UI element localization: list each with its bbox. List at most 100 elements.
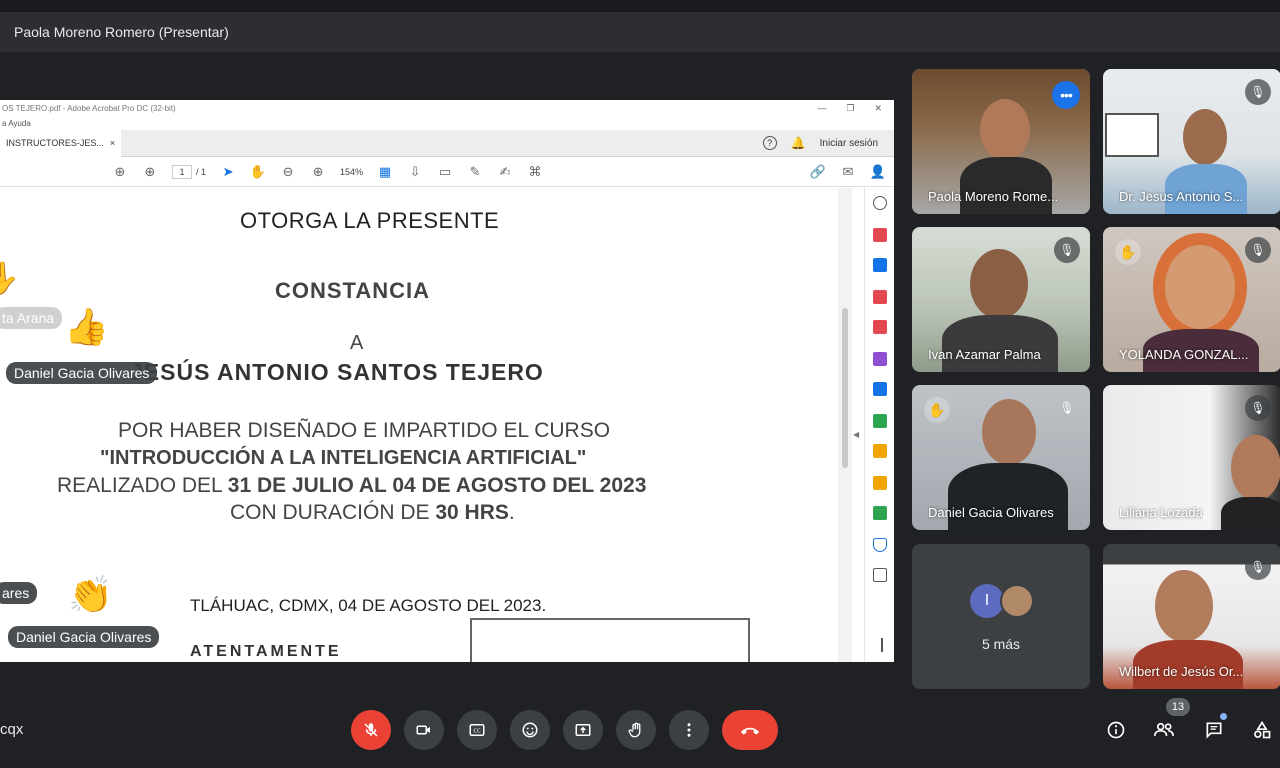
print-production-icon[interactable] xyxy=(873,506,887,520)
top-strip xyxy=(0,0,1280,12)
pen-icon[interactable]: ✎ xyxy=(467,164,483,180)
zoom-level-select[interactable]: 154% xyxy=(340,167,363,177)
meeting-details-button[interactable] xyxy=(1102,716,1130,744)
reaction-name-tag: ta Arana xyxy=(0,307,63,329)
stamp-icon[interactable]: ⌘ xyxy=(527,164,543,180)
more-participants-label: 5 más xyxy=(981,636,1021,652)
microphone-toggle[interactable] xyxy=(351,710,391,750)
page-up-icon[interactable]: ⊕ xyxy=(112,164,128,180)
chat-icon xyxy=(1206,722,1222,739)
unread-indicator xyxy=(1220,713,1227,720)
participant-tile[interactable]: ✋ 🎙 YOLANDA GONZAL... xyxy=(1103,227,1280,372)
doc-line-duracion-prefix: CON DURACIÓN DE xyxy=(230,501,436,524)
participant-tile[interactable]: 🎙 Wilbert de Jesús Or... xyxy=(1103,544,1280,689)
hand-tool-icon[interactable]: ✋ xyxy=(250,164,266,180)
raise-hand-button[interactable] xyxy=(616,710,656,750)
doc-line-duracion: CON DURACIÓN DE 30 HRS. xyxy=(230,501,515,525)
captions-toggle[interactable]: CC xyxy=(457,710,497,750)
edit-pdf-icon[interactable] xyxy=(873,320,887,334)
create-pdf-icon[interactable] xyxy=(873,258,887,272)
expand-panel-icon[interactable] xyxy=(873,638,883,652)
raised-hand-icon: ✋ xyxy=(924,397,950,423)
shared-screen[interactable]: OS TEJERO.pdf - Adobe Acrobat Pro DC (32… xyxy=(0,100,894,662)
help-icon[interactable]: ? xyxy=(762,136,777,150)
tab-document[interactable]: INSTRUCTORES-JES... × xyxy=(0,129,122,157)
camera-icon xyxy=(416,725,430,735)
acrobat-menu-bar: a Ayuda xyxy=(0,116,894,130)
participant-name: YOLANDA GONZAL... xyxy=(1119,347,1249,362)
sign-icon[interactable]: ✍ xyxy=(497,164,513,180)
captions-icon: CC xyxy=(469,724,485,736)
info-icon xyxy=(1107,721,1125,739)
menu-item-ayuda[interactable]: a Ayuda xyxy=(2,119,31,128)
hang-up-icon xyxy=(740,727,760,735)
fill-sign-icon[interactable] xyxy=(873,352,887,366)
participant-tile[interactable]: ••• Paola Moreno Rome... xyxy=(912,69,1090,214)
doc-line-otorga: OTORGA LA PRESENTE xyxy=(240,208,500,233)
present-icon xyxy=(575,724,591,736)
participant-tile[interactable]: 🎙 Liliana Lozada xyxy=(1103,385,1280,530)
compress-icon[interactable] xyxy=(873,444,887,458)
chat-button[interactable] xyxy=(1200,716,1228,744)
reactions-button[interactable] xyxy=(510,710,550,750)
comment-tool-icon[interactable] xyxy=(873,476,887,490)
presenter-bar: Paola Moreno Romero (Presentar) xyxy=(0,12,1280,52)
doc-line-por-haber: POR HABER DISEÑADO E IMPARTIDO EL CURSO xyxy=(118,419,611,442)
email-icon[interactable]: ✉ xyxy=(840,164,856,180)
participant-tile[interactable]: 🎙 Ivan Azamar Palma xyxy=(912,227,1090,372)
search-tool-icon[interactable] xyxy=(873,196,887,210)
page-indicator: 1 / 1 xyxy=(172,164,206,179)
share-user-icon[interactable]: 👤 xyxy=(870,164,886,180)
pdf-scrollbar[interactable] xyxy=(838,188,852,662)
present-screen-button[interactable] xyxy=(563,710,603,750)
signin-link[interactable]: Iniciar sesión xyxy=(820,138,878,149)
seal-box xyxy=(470,618,750,662)
video-person xyxy=(980,99,1030,161)
scan-ocr-icon[interactable] xyxy=(873,414,887,428)
comment-icon[interactable]: ▭ xyxy=(437,164,453,180)
participant-tile[interactable]: ✋ 🎙 Daniel Gacia Olivares xyxy=(912,385,1090,530)
pdf-page: OTORGA LA PRESENTE CONSTANCIA A JESÚS AN… xyxy=(0,188,838,662)
participant-name: Ivan Azamar Palma xyxy=(928,347,1041,362)
mic-off-icon xyxy=(364,723,378,737)
scroll-mode-icon[interactable]: ⇩ xyxy=(407,164,423,180)
minimize-icon[interactable]: — xyxy=(817,103,826,114)
bell-icon[interactable]: 🔔 xyxy=(791,136,806,150)
participant-avatar xyxy=(1000,584,1034,618)
combine-files-icon[interactable] xyxy=(873,382,887,396)
link-icon[interactable]: 🔗 xyxy=(810,164,826,180)
acrobat-right-tools xyxy=(864,188,894,662)
mic-off-icon: 🎙 xyxy=(1245,237,1271,263)
zoom-out-icon[interactable]: ⊖ xyxy=(280,164,296,180)
video-person xyxy=(982,399,1036,465)
organize-pages-icon[interactable] xyxy=(873,290,887,304)
doc-line-tlahuac: TLÁHUAC, CDMX, 04 DE AGOSTO DEL 2023. xyxy=(190,596,547,615)
more-participants-tile[interactable]: I 5 más xyxy=(912,544,1090,689)
mic-off-icon: 🎙 xyxy=(1245,395,1271,421)
more-options-icon[interactable]: ••• xyxy=(1052,81,1080,109)
scrollbar-thumb[interactable] xyxy=(842,308,848,468)
zoom-in-icon[interactable]: ⊕ xyxy=(310,164,326,180)
fit-page-icon[interactable]: ▦ xyxy=(377,164,393,180)
protect-icon[interactable] xyxy=(873,538,887,552)
leave-call-button[interactable] xyxy=(722,710,778,750)
more-options-button[interactable] xyxy=(669,710,709,750)
clapping-emoji: 👏 xyxy=(68,574,113,615)
more-tools-icon[interactable] xyxy=(873,568,887,582)
maximize-icon[interactable]: ❐ xyxy=(846,103,854,114)
thumbs-up-emoji: 👍 xyxy=(64,306,109,347)
select-cursor-icon[interactable]: ➤ xyxy=(220,164,236,180)
tab-close-icon[interactable]: × xyxy=(110,138,115,148)
export-pdf-icon[interactable] xyxy=(873,228,887,242)
video-person-body xyxy=(942,315,1058,372)
acrobat-account-area: ? 🔔 Iniciar sesión xyxy=(762,136,894,150)
people-button[interactable] xyxy=(1150,716,1178,744)
close-icon[interactable]: ✕ xyxy=(874,103,882,114)
page-down-icon[interactable]: ⊕ xyxy=(142,164,158,180)
activities-button[interactable] xyxy=(1248,716,1276,744)
camera-toggle[interactable] xyxy=(404,710,444,750)
reaction-name-tag: Daniel Gacia Olivares xyxy=(8,626,160,648)
participant-tile[interactable]: 🎙 Dr. Jesus Antonio S... xyxy=(1103,69,1280,214)
page-number-input[interactable]: 1 xyxy=(172,164,192,179)
panel-collapse-icon[interactable]: ◀ xyxy=(853,430,859,439)
